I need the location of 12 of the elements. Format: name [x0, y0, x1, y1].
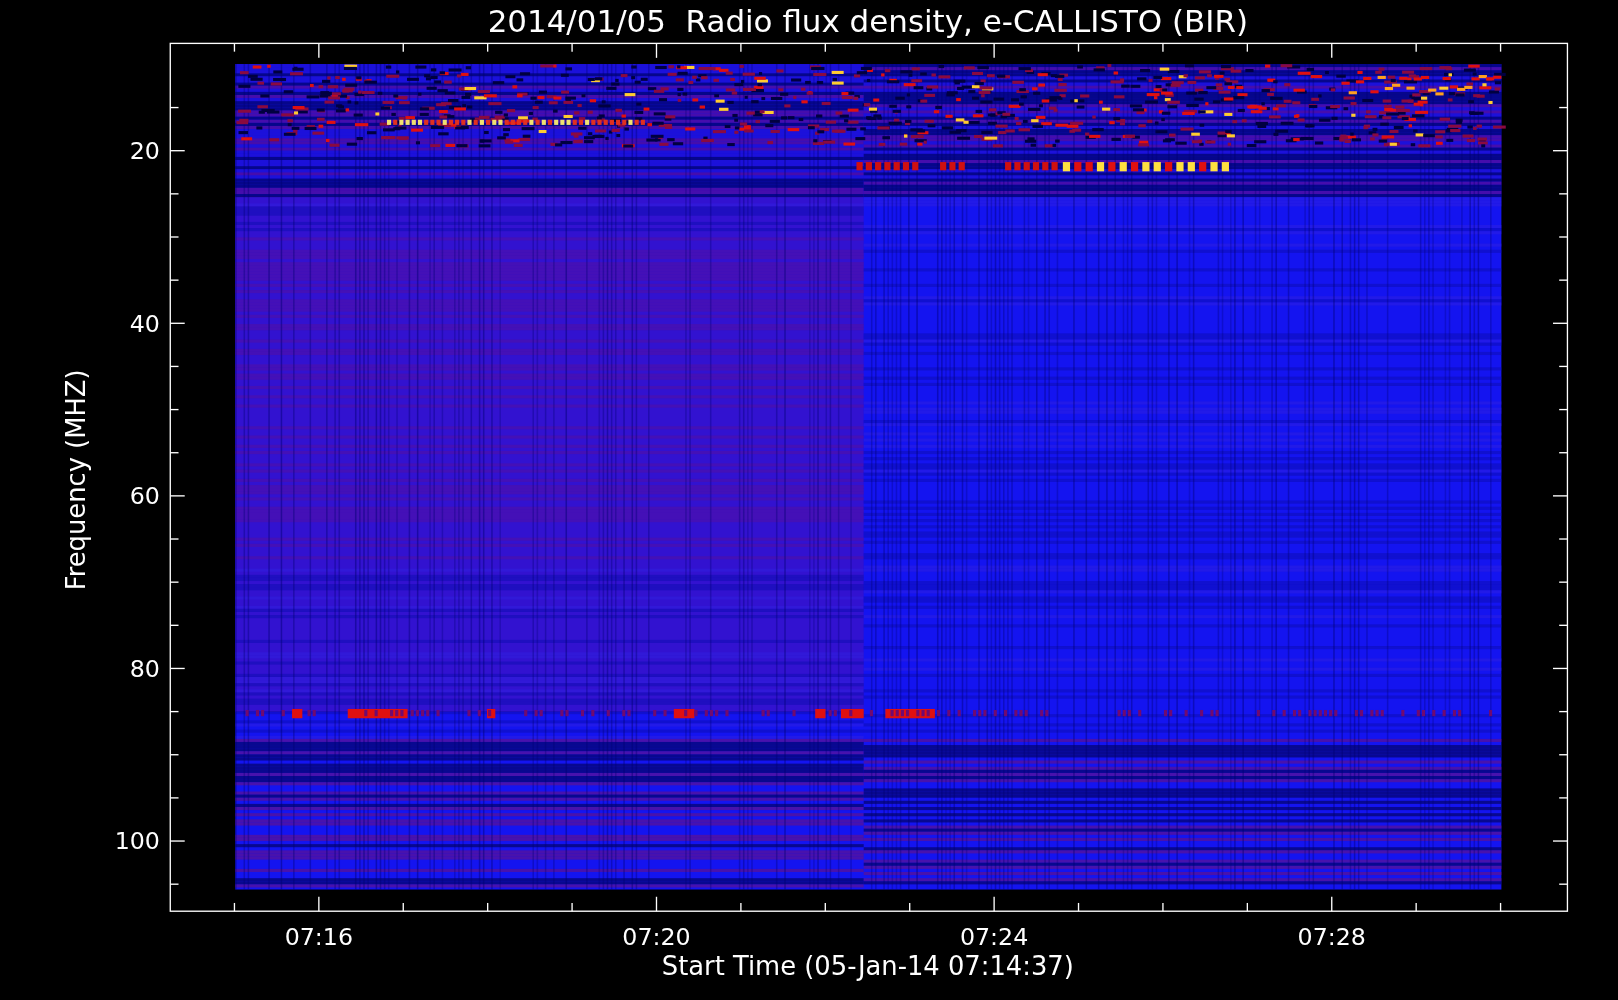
y-tick-label: 20 [129, 136, 160, 165]
y-tick-label: 40 [129, 309, 160, 338]
y-tick-label: 80 [129, 654, 160, 683]
x-tick-label: 07:28 [1297, 923, 1366, 952]
y-tick-label: 100 [114, 827, 160, 856]
x-tick-label: 07:16 [284, 923, 354, 952]
x-tick-label: 07:20 [622, 923, 691, 952]
y-tick-label: 60 [129, 482, 160, 511]
y-axis-title: Frequency (MHZ) [60, 369, 91, 591]
x-tick-label: 07:24 [959, 923, 1029, 952]
x-axis-title: Start Time (05-Jan-14 07:14:37) [661, 951, 1074, 982]
chart-title: 2014/01/05 Radio flux density, e-CALLISTO (BIR) [487, 3, 1248, 40]
